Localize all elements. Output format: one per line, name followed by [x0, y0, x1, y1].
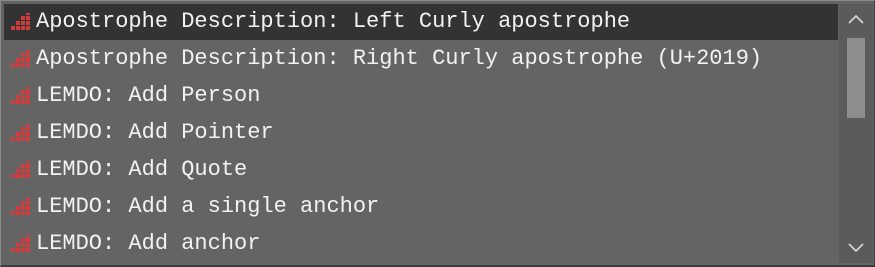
- list-item-label: LEMDO: Add anchor: [36, 231, 261, 256]
- stepped-blocks-icon: [10, 87, 34, 105]
- list-item[interactable]: LEMDO: Add Quote: [4, 152, 838, 188]
- list-item[interactable]: LEMDO: Add Pointer: [4, 115, 838, 151]
- scrollbar-thumb[interactable]: [847, 38, 865, 118]
- list-item[interactable]: LEMDO: Add a single anchor: [4, 189, 838, 225]
- list-item-label: LEMDO: Add Person: [36, 83, 261, 108]
- list-item[interactable]: Apostrophe Description: Left Curly apost…: [4, 4, 838, 40]
- stepped-blocks-icon: [10, 13, 34, 31]
- action-list: Apostrophe Description: Left Curly apost…: [4, 4, 838, 263]
- action-list-panel: Apostrophe Description: Left Curly apost…: [0, 0, 875, 267]
- chevron-up-icon: [848, 14, 864, 24]
- stepped-blocks-icon: [10, 198, 34, 216]
- stepped-blocks-icon: [10, 161, 34, 179]
- list-item[interactable]: Apostrophe Description: Right Curly apos…: [4, 41, 838, 77]
- chevron-down-icon: [848, 243, 864, 253]
- list-item-label: LEMDO: Add a single anchor: [36, 194, 380, 219]
- vertical-scrollbar[interactable]: [839, 4, 873, 263]
- list-item-label: LEMDO: Add Quote: [36, 157, 248, 182]
- list-item-label: LEMDO: Add Pointer: [36, 120, 274, 145]
- list-item[interactable]: LEMDO: Add anchor: [4, 226, 838, 262]
- stepped-blocks-icon: [10, 50, 34, 68]
- scroll-down-button[interactable]: [839, 233, 873, 263]
- list-item-label: Apostrophe Description: Left Curly apost…: [36, 9, 631, 34]
- stepped-blocks-icon: [10, 235, 34, 253]
- stepped-blocks-icon: [10, 124, 34, 142]
- scroll-up-button[interactable]: [839, 4, 873, 34]
- list-item[interactable]: LEMDO: Add Person: [4, 78, 838, 114]
- list-item-label: Apostrophe Description: Right Curly apos…: [36, 46, 763, 71]
